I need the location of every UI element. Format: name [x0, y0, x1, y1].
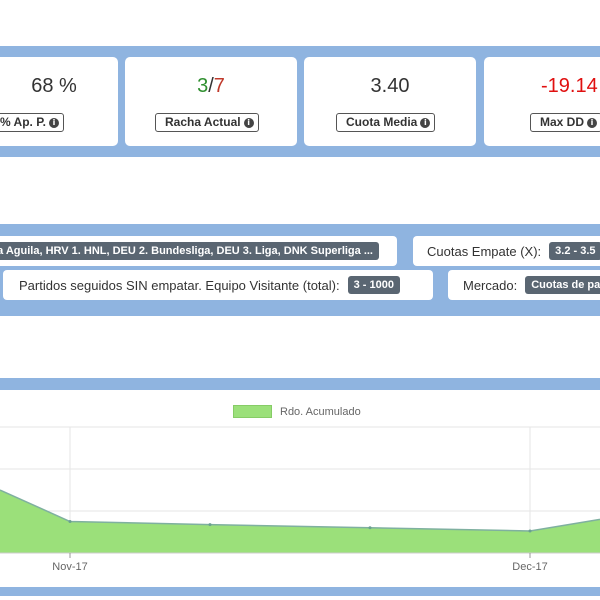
- chart-band: Rdo. Acumulado Nov-17 Dec-17: [0, 378, 600, 596]
- data-point: [528, 529, 532, 533]
- streak-losses: 7: [213, 75, 225, 97]
- stat-label-max-drawdown[interactable]: Max DD i: [530, 113, 600, 132]
- filters-band: Liga Portugal 2, Chinese Super League, L…: [0, 224, 600, 316]
- stat-label-current-streak[interactable]: Racha Actual i: [155, 113, 259, 132]
- stat-label-average-odds[interactable]: Cuota Media i: [336, 113, 436, 132]
- info-icon[interactable]: i: [243, 117, 254, 128]
- filter-market-value: Cuotas de partido: [525, 276, 600, 294]
- filter-away-no-draw-streak-value: 3 - 1000: [347, 276, 400, 294]
- filter-market-label: Mercado:: [463, 277, 518, 293]
- stat-card-current-streak: 3/7 Racha Actual i: [125, 57, 297, 146]
- stat-label-text: Cuota Media: [346, 115, 418, 129]
- filter-market[interactable]: Mercado: Cuotas de partido: [448, 270, 600, 300]
- info-icon[interactable]: i: [420, 117, 431, 128]
- filter-draw-odds-label: Cuotas Empate (X):: [427, 243, 542, 259]
- filter-away-no-draw-streak-label: Partidos seguidos SIN empatar. Equipo Vi…: [19, 277, 340, 293]
- stat-card-average-odds: 3.40 Cuota Media i: [304, 57, 476, 146]
- filter-leagues-tag: Liga Portugal 2, Chinese Super League, L…: [0, 242, 379, 260]
- data-point: [208, 523, 212, 527]
- chart-plot: Nov-17 Dec-17: [0, 426, 600, 573]
- x-tick-label: Nov-17: [52, 561, 87, 573]
- stat-value-max-drawdown: -19.14: [541, 75, 598, 97]
- stat-label-text: Max DD: [540, 115, 585, 129]
- stat-card-strike-rate: 68 % % Ap. P. i: [0, 57, 118, 146]
- stat-label-text: % Ap. P.: [0, 115, 47, 129]
- stats-band: 68 % % Ap. P. i 3/7 Racha Actual i 3.40 …: [0, 46, 600, 157]
- filter-away-no-draw-streak[interactable]: Partidos seguidos SIN empatar. Equipo Vi…: [3, 270, 433, 300]
- filter-draw-odds-value: 3.2 - 3.5: [549, 242, 600, 260]
- data-point: [68, 520, 72, 523]
- stat-card-max-drawdown: -19.14 Max DD i: [484, 57, 600, 146]
- stat-label-strike-rate[interactable]: % Ap. P. i: [0, 113, 65, 132]
- filter-leagues-value: Liga Portugal 2, Chinese Super League, L…: [0, 245, 373, 257]
- info-icon[interactable]: i: [49, 117, 60, 128]
- filter-draw-odds[interactable]: Cuotas Empate (X): 3.2 - 3.5: [413, 236, 600, 266]
- stat-value-strike-rate: 68 %: [31, 75, 77, 97]
- stat-label-text: Racha Actual: [165, 115, 241, 129]
- info-icon[interactable]: i: [587, 117, 598, 128]
- x-tick-label: Dec-17: [512, 561, 547, 573]
- filter-leagues[interactable]: Liga Portugal 2, Chinese Super League, L…: [0, 236, 397, 266]
- stat-value-average-odds: 3.40: [370, 75, 410, 97]
- cumulative-result-chart: Rdo. Acumulado Nov-17 Dec-17: [0, 390, 600, 587]
- data-point: [368, 526, 372, 530]
- streak-wins: 3: [197, 75, 209, 97]
- stat-value-current-streak: 3/7: [125, 75, 297, 98]
